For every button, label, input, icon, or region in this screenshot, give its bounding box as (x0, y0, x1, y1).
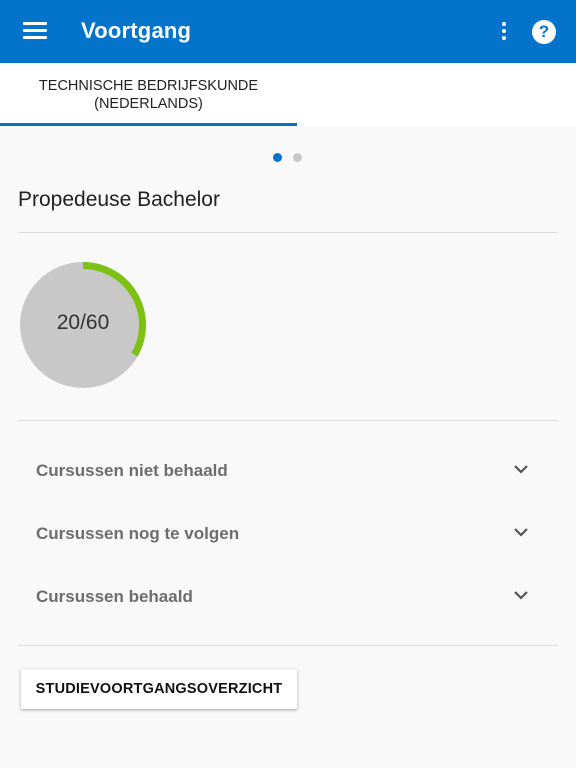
accordion-label: Cursussen behaald (36, 587, 193, 606)
divider (18, 232, 558, 233)
accordion-cursussen-niet-behaald[interactable]: Cursussen niet behaald (18, 446, 558, 496)
page-title: Voortgang (81, 18, 192, 43)
accordion-label: Cursussen niet behaald (36, 461, 228, 480)
divider (18, 645, 558, 646)
chevron-down-icon (514, 591, 528, 600)
app-bar: Voortgang ? (0, 0, 576, 63)
tab-bar: TECHNISCHE BEDRIJFSKUNDE (NEDERLANDS) (0, 63, 576, 126)
more-vertical-icon[interactable] (494, 20, 514, 44)
studievoortgangsoverzicht-button[interactable]: STUDIEVOORTGANGSOVERZICHT (21, 669, 297, 709)
accordion-cursussen-behaald[interactable]: Cursussen behaald (18, 572, 558, 622)
tab-selected-indicator (0, 123, 297, 126)
accordion-label: Cursussen nog te volgen (36, 524, 240, 543)
accordion-cursussen-nog-te-volgen[interactable]: Cursussen nog te volgen (18, 509, 558, 559)
tab-technische-bedrijfskunde[interactable]: TECHNISCHE BEDRIJFSKUNDE (NEDERLANDS) (0, 63, 297, 126)
hamburger-menu-icon[interactable] (22, 20, 48, 42)
chevron-down-icon (514, 465, 528, 474)
help-circle-icon[interactable]: ? (532, 20, 556, 44)
progress-label: 20/60 (56, 311, 110, 334)
program-title: Propedeuse Bachelor (18, 188, 220, 211)
divider (18, 420, 558, 421)
chevron-down-icon (514, 528, 528, 537)
page-dot-inactive[interactable] (293, 153, 302, 162)
page-dot-active[interactable] (273, 153, 282, 162)
